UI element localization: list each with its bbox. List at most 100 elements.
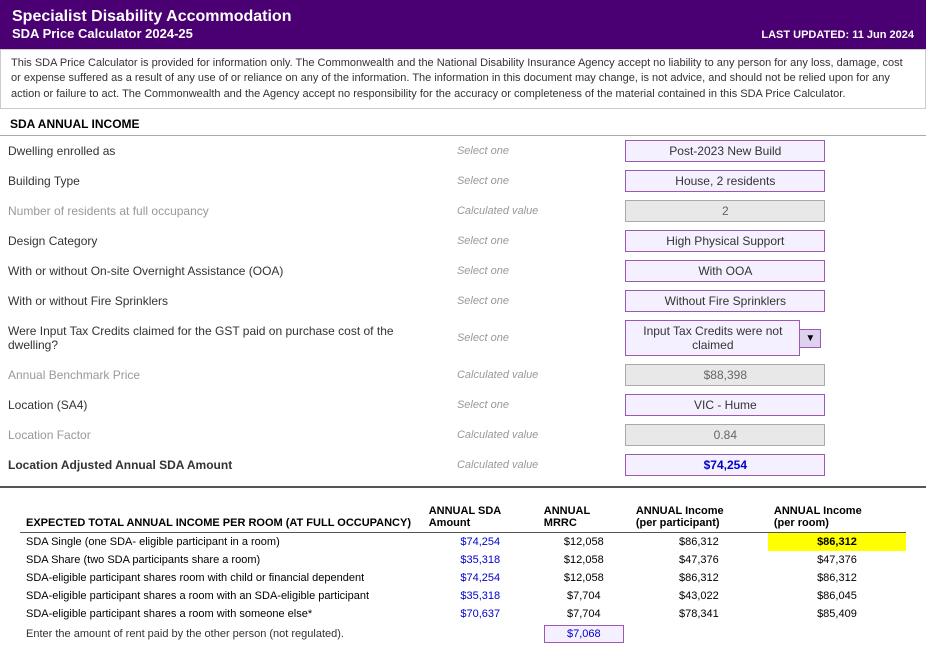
tax-credits-value[interactable]: Input Tax Credits were not claimed [625, 320, 800, 356]
dwelling-enrolled-row: Dwelling enrolled as Select one Post-202… [0, 136, 926, 166]
form-table: Dwelling enrolled as Select one Post-202… [0, 136, 926, 480]
dwelling-enrolled-value[interactable]: Post-2023 New Build [625, 140, 825, 162]
last-updated-value: 11 Jun 2024 [852, 29, 914, 41]
location-factor-value: 0.84 [625, 424, 825, 446]
row-sda: $70,637 [423, 605, 538, 623]
row-per-participant: $43,022 [630, 587, 768, 605]
tax-credits-dropdown[interactable]: Input Tax Credits were not claimed ▼ [625, 320, 918, 356]
dwelling-enrolled-cell: Post-2023 New Build [617, 136, 926, 166]
adjusted-value: $74,254 [625, 454, 825, 476]
row-sda: $35,318 [423, 551, 538, 569]
col-desc-header: EXPECTED TOTAL ANNUAL INCOME PER ROOM (A… [20, 502, 423, 533]
last-updated-label: LAST UPDATED: [761, 29, 849, 41]
row-mrrc: $12,058 [538, 569, 630, 587]
tax-credits-arrow[interactable]: ▼ [799, 329, 821, 348]
location-factor-row: Location Factor Calculated value 0.84 [0, 420, 926, 450]
adjusted-hint: Calculated value [449, 450, 617, 480]
rent-input-cell: $7,068 [538, 623, 906, 645]
benchmark-hint: Calculated value [449, 360, 617, 390]
design-category-cell: High Physical Support [617, 226, 926, 256]
design-category-row: Design Category Select one High Physical… [0, 226, 926, 256]
ooa-label: With or without On-site Overnight Assist… [0, 256, 449, 286]
ooa-cell: With OOA [617, 256, 926, 286]
disclaimer: This SDA Price Calculator is provided fo… [0, 49, 926, 109]
row-mrrc: $12,058 [538, 533, 630, 552]
section-title: SDA ANNUAL INCOME [0, 109, 926, 136]
row-sda: $74,254 [423, 533, 538, 552]
tax-credits-label: Were Input Tax Credits claimed for the G… [0, 316, 449, 360]
row-per-room: $85,409 [768, 605, 906, 623]
dwelling-enrolled-label: Dwelling enrolled as [0, 136, 449, 166]
income-table-body: SDA Single (one SDA- eligible participan… [20, 533, 906, 646]
row-desc: SDA-eligible participant shares a room w… [20, 605, 423, 623]
row-desc: SDA-eligible participant shares room wit… [20, 569, 423, 587]
benchmark-value: $88,398 [625, 364, 825, 386]
row-desc: SDA Share (two SDA participants share a … [20, 551, 423, 569]
sprinklers-value[interactable]: Without Fire Sprinklers [625, 290, 825, 312]
income-table-row: SDA Share (two SDA participants share a … [20, 551, 906, 569]
rent-note: Enter the amount of rent paid by the oth… [20, 623, 538, 645]
ooa-value[interactable]: With OOA [625, 260, 825, 282]
benchmark-row: Annual Benchmark Price Calculated value … [0, 360, 926, 390]
building-type-cell: House, 2 residents [617, 166, 926, 196]
sprinklers-row: With or without Fire Sprinklers Select o… [0, 286, 926, 316]
residents-row: Number of residents at full occupancy Ca… [0, 196, 926, 226]
row-per-participant: $86,312 [630, 533, 768, 552]
location-row: Location (SA4) Select one VIC - Hume [0, 390, 926, 420]
income-table: EXPECTED TOTAL ANNUAL INCOME PER ROOM (A… [20, 502, 906, 645]
location-hint: Select one [449, 390, 617, 420]
col-per-participant-header: ANNUAL Income (per participant) [630, 502, 768, 533]
income-table-header: EXPECTED TOTAL ANNUAL INCOME PER ROOM (A… [20, 502, 906, 533]
location-factor-cell: 0.84 [617, 420, 926, 450]
header: Specialist Disability Accommodation SDA … [0, 0, 926, 49]
location-factor-hint: Calculated value [449, 420, 617, 450]
benchmark-label: Annual Benchmark Price [0, 360, 449, 390]
income-table-row: SDA-eligible participant shares a room w… [20, 605, 906, 623]
sprinklers-hint: Select one [449, 286, 617, 316]
residents-cell: 2 [617, 196, 926, 226]
row-mrrc: $7,704 [538, 605, 630, 623]
income-table-row: SDA-eligible participant shares room wit… [20, 569, 906, 587]
header-left: Specialist Disability Accommodation SDA … [12, 8, 291, 41]
adjusted-label: Location Adjusted Annual SDA Amount [0, 450, 449, 480]
residents-hint: Calculated value [449, 196, 617, 226]
row-mrrc: $7,704 [538, 587, 630, 605]
col-sda-header: ANNUAL SDA Amount [423, 502, 538, 533]
location-value[interactable]: VIC - Hume [625, 394, 825, 416]
design-category-label: Design Category [0, 226, 449, 256]
row-per-room: $86,312 [768, 533, 906, 552]
ooa-row: With or without On-site Overnight Assist… [0, 256, 926, 286]
benchmark-cell: $88,398 [617, 360, 926, 390]
tax-credits-row: Were Input Tax Credits claimed for the G… [0, 316, 926, 360]
design-category-value[interactable]: High Physical Support [625, 230, 825, 252]
col-per-room-header: ANNUAL Income (per room) [768, 502, 906, 533]
tax-credits-hint: Select one [449, 316, 617, 360]
location-factor-label: Location Factor [0, 420, 449, 450]
income-table-row: SDA-eligible participant shares a room w… [20, 587, 906, 605]
location-label: Location (SA4) [0, 390, 449, 420]
last-updated: LAST UPDATED: 11 Jun 2024 [761, 29, 914, 41]
row-per-room: $86,312 [768, 569, 906, 587]
building-type-label: Building Type [0, 166, 449, 196]
row-per-participant: $78,341 [630, 605, 768, 623]
dwelling-enrolled-hint: Select one [449, 136, 617, 166]
sprinklers-cell: Without Fire Sprinklers [617, 286, 926, 316]
building-type-row: Building Type Select one House, 2 reside… [0, 166, 926, 196]
row-per-participant: $47,376 [630, 551, 768, 569]
row-sda: $74,254 [423, 569, 538, 587]
app-subtitle: SDA Price Calculator 2024-25 [12, 26, 291, 41]
sprinklers-label: With or without Fire Sprinklers [0, 286, 449, 316]
adjusted-cell: $74,254 [617, 450, 926, 480]
building-type-hint: Select one [449, 166, 617, 196]
row-per-room: $86,045 [768, 587, 906, 605]
row-per-participant: $86,312 [630, 569, 768, 587]
ooa-hint: Select one [449, 256, 617, 286]
row-desc: SDA-eligible participant shares a room w… [20, 587, 423, 605]
building-type-value[interactable]: House, 2 residents [625, 170, 825, 192]
row-mrrc: $12,058 [538, 551, 630, 569]
row-desc: SDA Single (one SDA- eligible participan… [20, 533, 423, 552]
rent-input[interactable]: $7,068 [544, 625, 624, 643]
app-title: Specialist Disability Accommodation [12, 8, 291, 26]
row-sda: $35,318 [423, 587, 538, 605]
residents-value: 2 [625, 200, 825, 222]
